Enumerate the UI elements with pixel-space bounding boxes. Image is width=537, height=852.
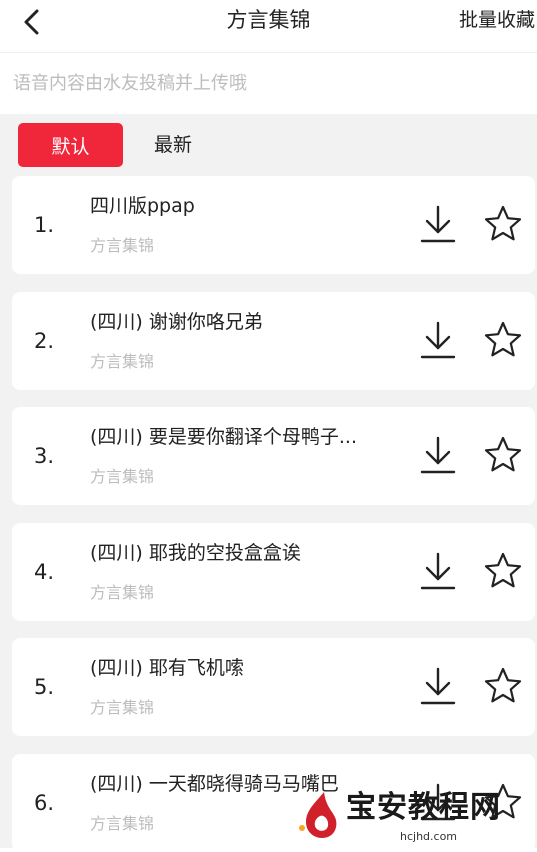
download-icon — [420, 436, 456, 474]
item-title: (四川) 耶我的空投盒盒诶 — [90, 541, 301, 564]
item-category: 方言集锦 — [90, 582, 155, 602]
item-category: 方言集锦 — [90, 236, 155, 255]
star-outline-icon — [484, 205, 522, 241]
download-icon — [420, 667, 456, 705]
favorite-button[interactable] — [483, 435, 523, 475]
star-outline-icon — [484, 552, 522, 587]
download-icon — [420, 321, 456, 358]
item-number: 3. — [34, 444, 55, 468]
download-button[interactable] — [418, 666, 458, 708]
download-icon — [420, 205, 456, 243]
item-category: 方言集锦 — [90, 467, 155, 486]
top-app-bar: 方言集锦 批量收藏 — [0, 0, 537, 52]
watermark-logo-icon — [299, 792, 337, 838]
chevron-left-icon — [24, 9, 39, 35]
item-category: 方言集锦 — [90, 813, 155, 833]
list-item[interactable]: 1. 四川版ppap 方言集锦 — [12, 176, 535, 274]
list-item[interactable]: 5. (四川) 耶有飞机嗦 方言集锦 — [12, 638, 535, 736]
favorite-button[interactable] — [483, 204, 523, 244]
favorite-button[interactable] — [483, 320, 523, 360]
download-button[interactable] — [418, 204, 458, 246]
subtitle-bar: 语音内容由水友投稿并上传哦 — [0, 52, 537, 114]
favorite-button[interactable] — [483, 551, 523, 591]
back-button[interactable] — [14, 4, 50, 40]
item-category: 方言集锦 — [90, 351, 155, 371]
watermark: 宝安教程网 hcjhd.com — [288, 786, 537, 848]
item-number: 2. — [34, 328, 55, 353]
download-button[interactable] — [418, 320, 458, 362]
page-title: 方言集锦 — [226, 8, 311, 32]
item-category: 方言集锦 — [90, 698, 155, 717]
list-item[interactable]: 2. (四川) 谢谢你咯兄弟 方言集锦 — [12, 291, 535, 390]
star-outline-icon — [484, 436, 522, 472]
item-number: 1. — [34, 213, 55, 237]
watermark-text: 宝安教程网 — [346, 790, 501, 825]
item-number: 4. — [34, 559, 55, 584]
item-number: 5. — [34, 675, 55, 699]
item-title: 四川版ppap — [90, 195, 195, 217]
star-outline-icon — [484, 667, 522, 703]
list-item[interactable]: 3. (四川) 要是要你翻译个母鸭子... 方言集锦 — [12, 407, 535, 505]
favorite-button[interactable] — [483, 666, 523, 706]
batch-favorite-button[interactable]: 批量收藏 — [459, 5, 535, 35]
item-number: 6. — [34, 790, 55, 815]
item-title: (四川) 谢谢你咯兄弟 — [90, 310, 263, 333]
download-button[interactable] — [418, 551, 458, 593]
list-item[interactable]: 4. (四川) 耶我的空投盒盒诶 方言集锦 — [12, 522, 535, 621]
item-title: (四川) 耶有飞机嗦 — [90, 657, 244, 679]
item-title: (四川) 要是要你翻译个母鸭子... — [90, 426, 357, 448]
star-outline-icon — [484, 321, 522, 356]
tab-default[interactable]: 默认 — [18, 123, 123, 167]
tab-newest[interactable]: 最新 — [154, 123, 192, 167]
watermark-url: hcjhd.com — [400, 830, 458, 843]
download-button[interactable] — [418, 435, 458, 477]
submission-note: 语音内容由水友投稿并上传哦 — [13, 73, 247, 94]
download-icon — [420, 552, 456, 589]
